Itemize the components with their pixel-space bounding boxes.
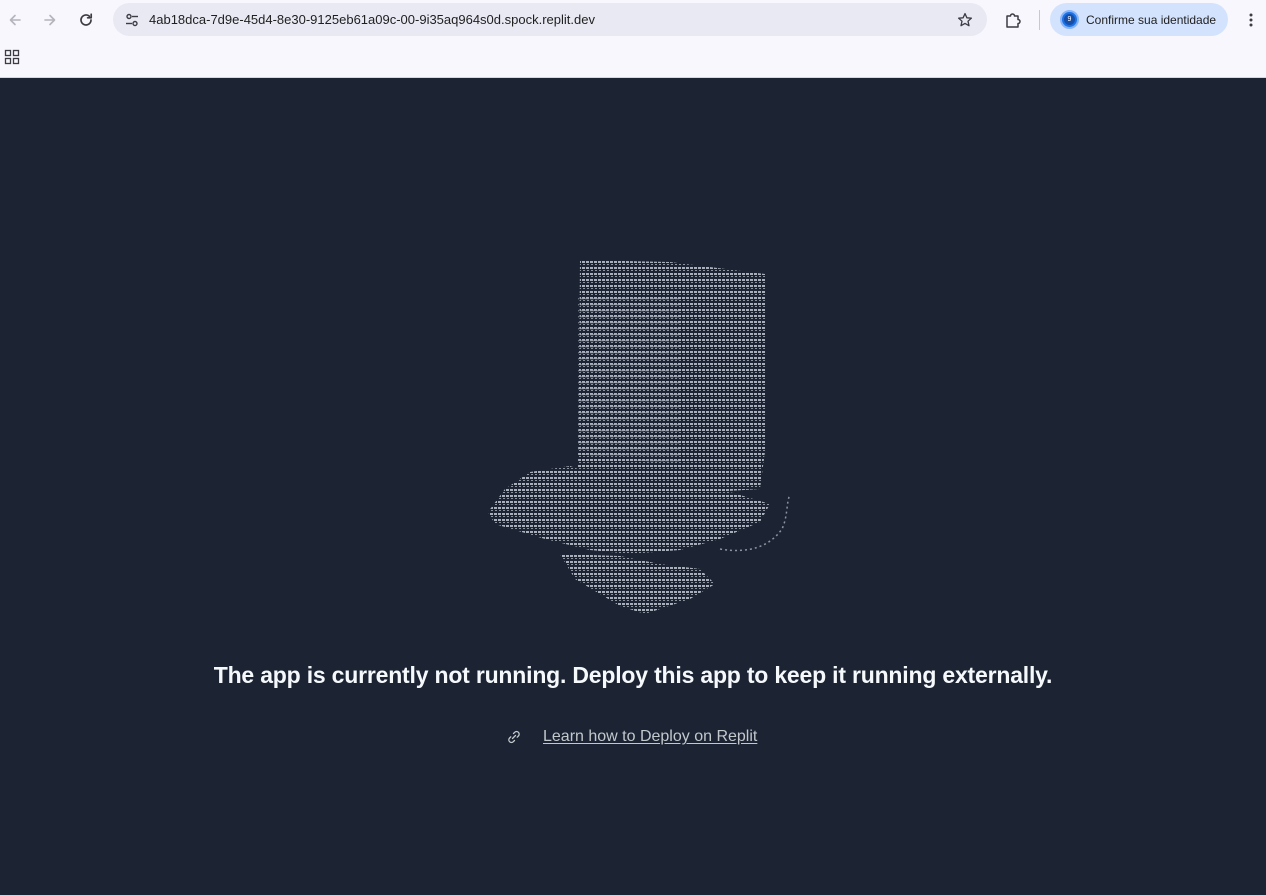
apps-grid-icon	[4, 49, 20, 65]
bookmark-button[interactable]	[953, 8, 977, 32]
arrow-right-icon	[44, 14, 56, 26]
ascii-art-boot-illustration	[470, 254, 810, 624]
profile-avatar: 9	[1060, 10, 1079, 29]
extensions-button[interactable]	[999, 6, 1027, 34]
tune-icon	[126, 13, 138, 27]
reload-button[interactable]	[72, 6, 100, 34]
arrow-left-icon	[9, 14, 21, 26]
browser-menu-button[interactable]	[1237, 6, 1265, 34]
deploy-link-row: Learn how to Deploy on Replit	[506, 726, 757, 748]
link-icon	[508, 730, 520, 744]
apps-button[interactable]	[4, 49, 20, 65]
star-icon	[957, 12, 973, 27]
site-info-button[interactable]	[119, 7, 145, 33]
learn-deploy-link[interactable]: Learn how to Deploy on Replit	[543, 728, 757, 746]
reload-icon	[80, 13, 93, 26]
address-bar[interactable]: 4ab18dca-7d9e-45d4-8e30-9125eb61a09c-00-…	[113, 3, 987, 36]
profile-label: Confirme sua identidade	[1086, 13, 1217, 27]
not-running-message: The app is currently not running. Deploy…	[213, 662, 1053, 688]
toolbar-divider	[1039, 10, 1040, 30]
url-text[interactable]: 4ab18dca-7d9e-45d4-8e30-9125eb61a09c-00-…	[149, 12, 595, 27]
back-button[interactable]	[1, 6, 29, 34]
forward-button[interactable]	[36, 6, 64, 34]
browser-toolbar: 4ab18dca-7d9e-45d4-8e30-9125eb61a09c-00-…	[0, 0, 1266, 78]
profile-chip[interactable]: 9 Confirme sua identidade	[1050, 3, 1228, 36]
kebab-menu-icon	[1249, 13, 1253, 27]
profile-avatar-text: 9	[1064, 14, 1075, 25]
puzzle-icon	[1006, 13, 1021, 28]
page-content: The app is currently not running. Deploy…	[0, 78, 1266, 895]
boot-art-svg	[488, 260, 791, 614]
